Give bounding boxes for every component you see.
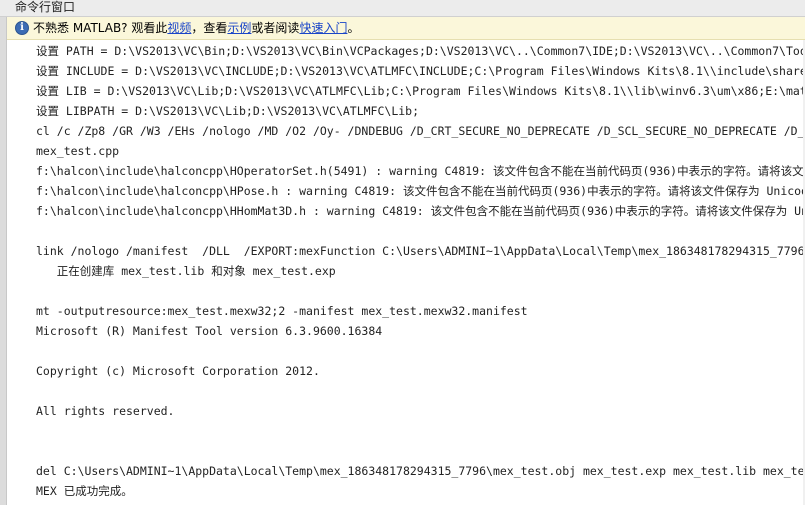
quickstart-link[interactable]: 快速入门 <box>299 21 347 35</box>
console-line: f:\halcon\include\halconcpp\HPose.h : wa… <box>36 184 805 198</box>
left-edge-panel <box>0 17 7 505</box>
console-line: mex_test.cpp <box>36 144 120 158</box>
console-line: 正在创建库 mex_test.lib 和对象 mex_test.exp <box>36 264 336 278</box>
info-text-or: 或者阅读 <box>251 21 300 35</box>
info-text-before: 不熟悉 MATLAB? 观看此 <box>33 21 168 35</box>
window-title: 命令行窗口 <box>15 0 76 14</box>
console-line: MEX 已成功完成。 <box>36 484 133 498</box>
info-bar: i 不熟悉 MATLAB? 观看此视频，查看示例或者阅读快速入门。 <box>7 17 805 40</box>
console-line: f:\halcon\include\halconcpp\HHomMat3D.h … <box>36 204 805 218</box>
console-line: cl /c /Zp8 /GR /W3 /EHs /nologo /MD /O2 … <box>36 124 805 138</box>
video-link[interactable]: 视频 <box>167 21 191 35</box>
console-line: 设置 LIBPATH = D:\VS2013\VC\Lib;D:\VS2013\… <box>36 104 420 118</box>
info-message: 不熟悉 MATLAB? 观看此视频，查看示例或者阅读快速入门。 <box>33 20 359 36</box>
console-line: 设置 PATH = D:\VS2013\VC\Bin;D:\VS2013\VC\… <box>36 44 805 58</box>
info-text-end: 。 <box>347 21 360 35</box>
console-line: del C:\Users\ADMINI~1\AppData\Local\Temp… <box>36 464 805 478</box>
info-text-middle: ，查看 <box>191 21 228 35</box>
console-line: 设置 INCLUDE = D:\VS2013\VC\INCLUDE;D:\VS2… <box>36 64 805 78</box>
console-line: Copyright (c) Microsoft Corporation 2012… <box>36 364 320 378</box>
window-titlebar: 命令行窗口 <box>0 0 805 17</box>
command-window-output[interactable]: 设置 PATH = D:\VS2013\VC\Bin;D:\VS2013\VC\… <box>7 40 805 505</box>
console-line: 设置 LIB = D:\VS2013\VC\Lib;D:\VS2013\VC\A… <box>36 84 805 98</box>
console-line: link /nologo /manifest /DLL /EXPORT:mexF… <box>36 244 805 258</box>
console-line: Microsoft (R) Manifest Tool version 6.3.… <box>36 324 383 338</box>
console-line: All rights reserved. <box>36 404 175 418</box>
info-icon: i <box>15 21 29 35</box>
examples-link[interactable]: 示例 <box>227 21 251 35</box>
console-line: mt -outputresource:mex_test.mexw32;2 -ma… <box>36 304 528 318</box>
console-line: f:\halcon\include\halconcpp\HOperatorSet… <box>36 164 805 178</box>
